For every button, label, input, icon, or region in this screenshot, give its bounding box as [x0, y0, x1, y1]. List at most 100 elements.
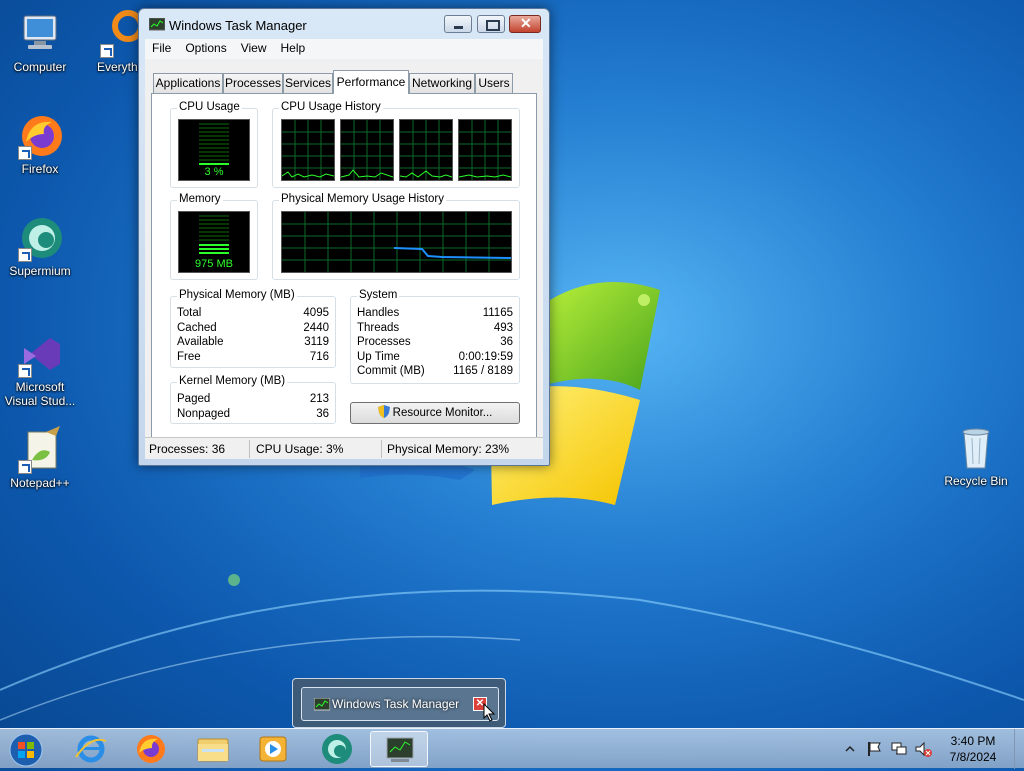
menu-file[interactable]: File	[145, 39, 178, 57]
tab-services[interactable]: Services	[283, 73, 333, 93]
taskbar-explorer[interactable]	[184, 731, 242, 767]
resource-monitor-label: Resource Monitor...	[392, 407, 493, 419]
stat-row-free: Free 716	[177, 351, 329, 363]
thumbnail-title: Windows Task Manager	[332, 697, 460, 711]
shortcut-arrow-icon	[18, 248, 32, 262]
clock-date: 7/8/2024	[949, 750, 997, 764]
firefox-icon	[16, 112, 64, 160]
taskbar-media-player[interactable]	[244, 731, 302, 767]
show-hidden-icons-chevron-icon[interactable]	[844, 743, 856, 755]
show-desktop-button[interactable]	[1014, 729, 1024, 769]
memory-history-group: Physical Memory Usage History	[272, 193, 520, 280]
kernel-memory-group: Kernel Memory (MB) Paged 213 Nonpaged 36	[170, 375, 336, 424]
close-icon: ✕	[520, 15, 532, 31]
task-manager-icon	[314, 698, 330, 711]
internet-explorer-icon	[75, 735, 107, 763]
stat-row-cached: Cached 2440	[177, 322, 329, 334]
tab-applications[interactable]: Applications	[153, 73, 223, 93]
desktop-icon-supermium[interactable]: Supermium	[2, 214, 78, 278]
kernel-memory-stats: Paged 213 Nonpaged 36	[177, 393, 329, 423]
menu-options[interactable]: Options	[178, 39, 233, 57]
shortcut-arrow-icon	[18, 460, 32, 474]
memory-value: 975 MB	[195, 258, 233, 270]
title-bar[interactable]: Windows Task Manager ✕	[139, 9, 549, 39]
shortcut-arrow-icon	[18, 146, 32, 160]
desktop-icon-firefox[interactable]: Firefox	[2, 112, 78, 176]
desktop-icon-label: Recycle Bin	[944, 474, 1008, 488]
physical-memory-stats: Total 4095 Cached 2440 Available 3119 Free 7…	[177, 307, 329, 367]
taskbar: 3:40 PM 7/8/2024	[0, 728, 1024, 769]
taskbar-firefox[interactable]	[122, 731, 180, 767]
desktop-icon-notepadpp[interactable]: Notepad++	[2, 426, 78, 490]
stat-row-total: Total 4095	[177, 307, 329, 319]
mouse-cursor-icon	[483, 703, 496, 722]
resource-monitor-button[interactable]: Resource Monitor...	[350, 402, 520, 424]
clock-time: 3:40 PM	[950, 734, 996, 748]
network-icon[interactable]	[890, 740, 908, 758]
stat-row-uptime: Up Time 0:00:19:59	[357, 351, 513, 363]
system-group: System Handles 11165 Threads 493 Processes…	[350, 289, 520, 384]
window-title: Windows Task Manager	[169, 18, 307, 33]
task-manager-icon	[149, 18, 165, 31]
stat-row-handles: Handles 11165	[357, 307, 513, 319]
performance-panel: CPU Usage 3 % CPU Usage History Memory 9…	[151, 93, 537, 439]
cpu-usage-meter: 3 %	[178, 119, 250, 181]
action-center-flag-icon[interactable]	[866, 740, 882, 758]
tab-processes[interactable]: Processes	[223, 73, 283, 93]
recycle-bin-icon	[952, 424, 1000, 472]
desktop-icon-label: Notepad++	[10, 476, 70, 490]
supermium-icon	[16, 214, 64, 262]
physical-memory-label: Physical Memory (MB)	[177, 289, 297, 301]
cpu-history-group: CPU Usage History	[272, 101, 520, 188]
stat-row-nonpaged: Nonpaged 36	[177, 408, 329, 420]
cpu-history-graph-1	[281, 119, 335, 181]
tab-users[interactable]: Users	[475, 73, 513, 93]
desktop-icon-computer[interactable]: Computer	[2, 10, 78, 74]
status-cpu: CPU Usage: 3%	[256, 442, 344, 456]
taskbar-thumbnail-popup[interactable]: Windows Task Manager ✕	[292, 678, 506, 728]
task-manager-window[interactable]: Windows Task Manager ✕ File Options View He…	[138, 8, 550, 466]
media-player-icon	[259, 736, 287, 762]
stat-row-paged: Paged 213	[177, 393, 329, 405]
minimize-button[interactable]	[444, 15, 472, 33]
memory-group: Memory 975 MB	[170, 193, 258, 280]
stat-row-available: Available 3119	[177, 336, 329, 348]
menu-view[interactable]: View	[234, 39, 274, 57]
explorer-folder-icon	[197, 738, 229, 762]
cpu-usage-group: CPU Usage 3 %	[170, 101, 258, 188]
taskbar-internet-explorer[interactable]	[62, 731, 120, 767]
taskbar-supermium[interactable]	[308, 731, 366, 767]
stat-row-processes: Processes 36	[357, 336, 513, 348]
start-button[interactable]	[4, 730, 44, 768]
cpu-history-graph-4	[458, 119, 512, 181]
menu-help[interactable]: Help	[274, 39, 313, 57]
memory-history-graph	[281, 211, 512, 273]
desktop-icon-label: Firefox	[21, 162, 59, 176]
cpu-usage-label: CPU Usage	[177, 101, 242, 113]
memory-meter-bars	[199, 215, 229, 254]
computer-icon	[16, 10, 64, 58]
visual-studio-icon	[16, 330, 64, 378]
desktop-icon-visual-studio[interactable]: Microsoft Visual Stud...	[2, 330, 78, 408]
tab-networking[interactable]: Networking	[409, 73, 475, 93]
system-stats: Handles 11165 Threads 493 Processes 36 Up T…	[357, 307, 513, 383]
firefox-icon	[137, 735, 165, 763]
desktop-icon-label: Supermium	[9, 264, 71, 278]
taskbar-task-manager[interactable]	[370, 731, 428, 767]
volume-muted-icon[interactable]	[914, 740, 932, 758]
close-button[interactable]: ✕	[509, 15, 541, 33]
desktop-icon-label: Computer	[13, 60, 67, 74]
thumbnail-item[interactable]: Windows Task Manager	[301, 687, 499, 721]
shield-icon	[377, 405, 390, 418]
cpu-history-graph-2	[340, 119, 394, 181]
tab-container: Applications Processes Services Performa…	[145, 59, 543, 459]
menu-bar: File Options View Help	[145, 39, 543, 59]
cpu-meter-bars	[199, 123, 229, 165]
taskbar-clock[interactable]: 3:40 PM 7/8/2024	[940, 733, 1006, 765]
cpu-usage-value: 3 %	[204, 166, 224, 178]
tab-performance[interactable]: Performance	[333, 70, 409, 94]
status-processes: Processes: 36	[149, 442, 226, 456]
stat-row-commit: Commit (MB) 1165 / 8189	[357, 365, 513, 377]
maximize-button[interactable]	[477, 15, 505, 33]
desktop-icon-recycle-bin[interactable]: Recycle Bin	[938, 424, 1014, 488]
